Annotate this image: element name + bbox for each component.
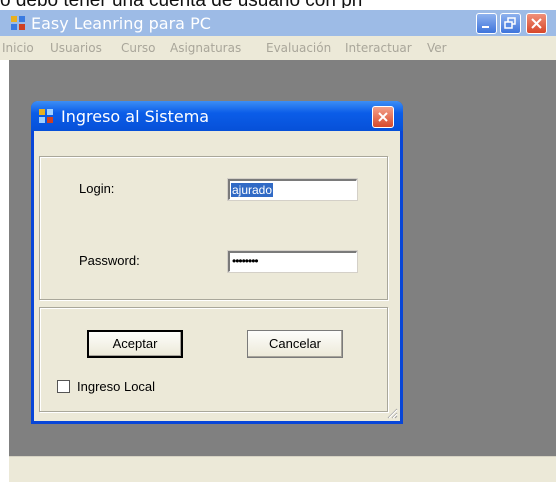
menu-asignaturas[interactable]: Asignaturas [170,41,241,55]
close-icon [531,18,542,29]
restore-button[interactable] [500,13,521,34]
menu-inicio[interactable]: Inicio [2,41,34,55]
login-field[interactable]: ajurado [227,178,358,201]
credentials-group [39,156,388,300]
background-caption-text: o debo tener una cuenta de usuario con p… [0,0,556,8]
password-label: Password: [79,253,140,268]
menu-ver[interactable]: Ver [427,41,447,55]
password-field[interactable]: •••••••• [227,250,358,273]
status-bar [9,456,556,482]
local-login-checkbox[interactable] [57,380,70,393]
menu-curso[interactable]: Curso [121,41,156,55]
dialog-close-button[interactable] [372,106,394,128]
menu-bar: Inicio Usuarios Curso Asignaturas Evalua… [0,36,556,60]
dialog-close-icon [378,112,388,122]
login-value: ajurado [231,183,274,197]
menu-interactuar[interactable]: Interactuar [345,41,412,55]
menu-evaluacion[interactable]: Evaluación [266,41,331,55]
minimize-button[interactable] [476,13,497,34]
minimize-icon [482,26,489,28]
close-button[interactable] [526,13,547,34]
local-login-label[interactable]: Ingreso Local [77,379,155,394]
menu-usuarios[interactable]: Usuarios [50,41,102,55]
dialog-title: Ingreso al Sistema [61,107,210,126]
login-dialog: Ingreso al Sistema Login: ajurado Passwo… [31,101,403,424]
accept-button[interactable]: Aceptar [87,330,183,358]
main-window-titlebar[interactable]: Easy Leanring para PC [0,10,556,36]
dialog-app-icon [39,109,53,123]
main-window-title: Easy Leanring para PC [31,14,211,33]
dialog-titlebar[interactable]: Ingreso al Sistema [31,101,403,131]
cancel-button[interactable]: Cancelar [247,330,343,358]
login-label: Login: [79,181,115,196]
password-value: •••••••• [232,254,259,268]
actions-group [39,307,388,412]
resize-grip-icon[interactable] [386,407,398,419]
restore-icon [504,17,516,29]
app-icon [11,16,25,30]
